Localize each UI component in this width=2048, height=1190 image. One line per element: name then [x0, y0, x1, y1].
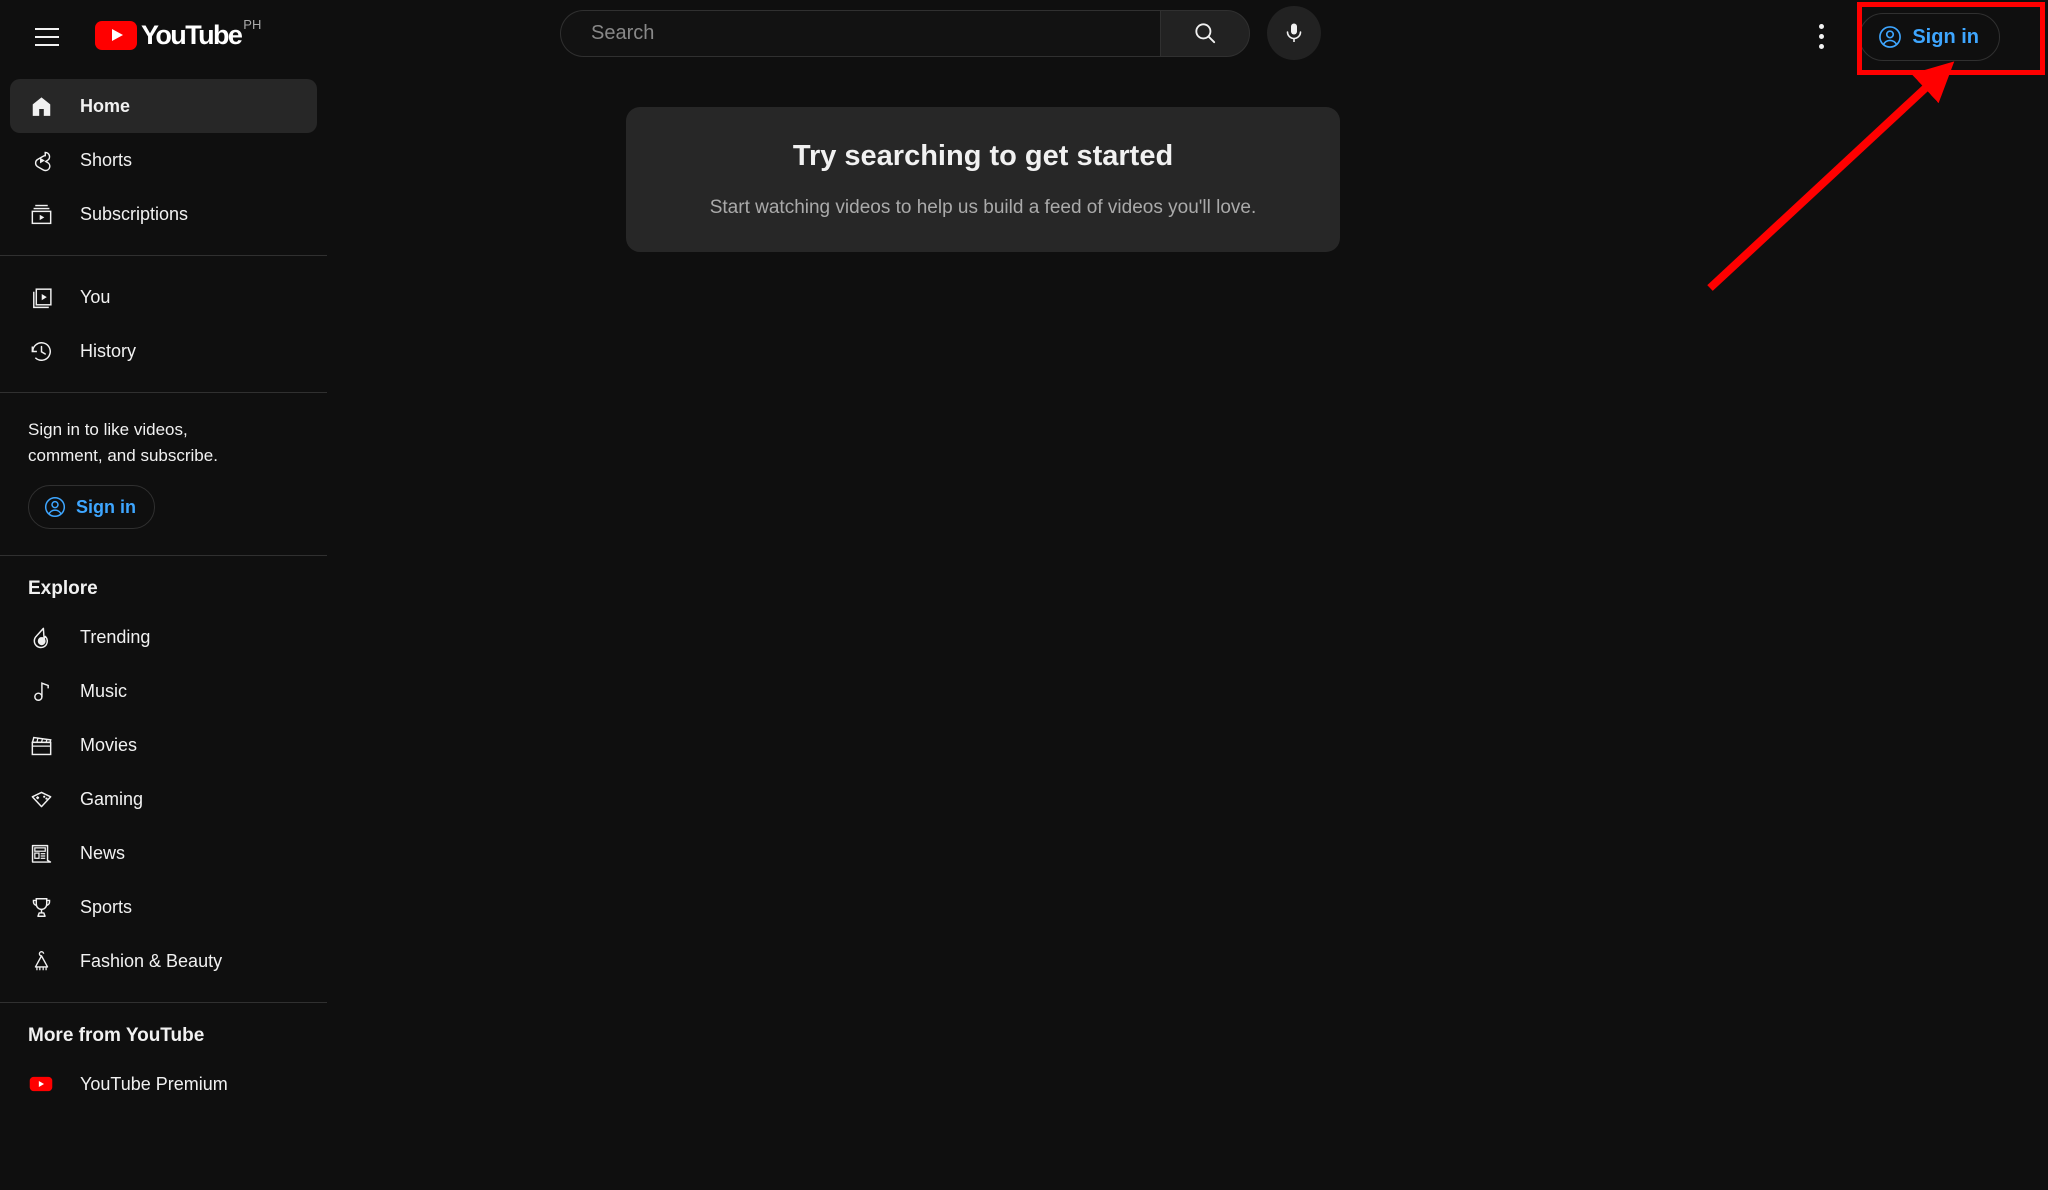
search-icon	[1195, 23, 1216, 44]
explore-section-title: Explore	[28, 578, 98, 599]
sidebar-item-news[interactable]: News	[10, 826, 317, 880]
header-right-group: Sign in	[1795, 0, 2048, 73]
sidebar-item-trending-label: Trending	[80, 626, 151, 647]
sidebar-divider-4	[0, 1002, 327, 1003]
sidebar-item-history[interactable]: History	[10, 324, 317, 378]
subscriptions-icon	[28, 201, 54, 227]
kebab-menu-icon[interactable]	[1795, 11, 1847, 63]
search-submit-button[interactable]	[1160, 9, 1250, 57]
you-library-icon	[28, 284, 54, 310]
sidebar-item-shorts[interactable]: Shorts	[10, 133, 317, 187]
sidebar-item-you-label: You	[80, 286, 111, 307]
sidebar-item-music[interactable]: Music	[10, 664, 317, 718]
sidebar-item-history-label: History	[80, 340, 137, 361]
sidebar-item-subscriptions-label: Subscriptions	[80, 203, 189, 224]
sidebar-item-youtube-premium[interactable]: YouTube Premium	[10, 1057, 317, 1111]
header-left-group: YouTube PH	[0, 0, 261, 73]
movies-clapperboard-icon	[28, 732, 54, 758]
main-content-area: Try searching to get started Start watch…	[327, 73, 2048, 1190]
trending-flame-icon	[28, 624, 54, 650]
empty-state-subtitle: Start watching videos to help us build a…	[709, 197, 1257, 218]
shorts-icon	[28, 147, 54, 173]
empty-state-title: Try searching to get started	[792, 140, 1174, 172]
sidebar-item-gaming[interactable]: Gaming	[10, 772, 317, 826]
search-box[interactable]	[560, 9, 1160, 57]
sidebar-item-sports[interactable]: Sports	[10, 880, 317, 934]
sidebar-item-movies-label: Movies	[80, 734, 138, 755]
sidebar-item-fashion-beauty-label: Fashion & Beauty	[80, 950, 223, 971]
youtube-logo-text: YouTube	[141, 19, 243, 50]
sidebar-item-youtube-premium-label: YouTube Premium	[80, 1073, 228, 1094]
gaming-controller-icon	[28, 786, 54, 812]
sidebar-item-subscriptions[interactable]: Subscriptions	[10, 187, 317, 241]
top-header-bar: YouTube PH Search Sign in	[0, 0, 2048, 73]
home-icon	[28, 93, 54, 119]
news-paper-icon	[28, 840, 54, 866]
sidebar-divider-2	[0, 392, 327, 393]
sign-in-button-label: Sign in	[1912, 25, 1979, 48]
youtube-play-badge-icon	[95, 20, 137, 50]
empty-state-card: Try searching to get started Start watch…	[626, 107, 1340, 252]
search-input[interactable]	[591, 21, 1160, 45]
music-note-icon	[28, 678, 54, 704]
sidebar-item-you[interactable]: You	[10, 270, 317, 324]
sidebar-sign-in-button[interactable]: Sign in	[28, 485, 155, 529]
sidebar-sign-in-block: Sign in to like videos, comment, and sub…	[0, 407, 327, 541]
youtube-logo[interactable]: YouTube PH	[95, 17, 261, 57]
sidebar-item-sports-label: Sports	[80, 896, 133, 917]
sign-in-button[interactable]: Sign in	[1859, 12, 2000, 61]
youtube-page: YouTube PH Search Sign in Home Shorts Su…	[0, 0, 2048, 1190]
voice-search-button[interactable]	[1267, 6, 1321, 60]
youtube-country-code: PH	[243, 16, 262, 32]
sidebar-item-home[interactable]: Home	[10, 79, 317, 133]
sidebar-item-movies[interactable]: Movies	[10, 718, 317, 772]
sidebar-item-fashion-beauty[interactable]: Fashion & Beauty	[10, 934, 317, 988]
more-from-youtube-title: More from YouTube	[28, 1025, 205, 1046]
sidebar-item-trending[interactable]: Trending	[10, 610, 317, 664]
sign-in-prompt-text: Sign in to like videos, comment, and sub…	[28, 420, 218, 465]
sidebar-divider-1	[0, 255, 327, 256]
sidebar-sign-in-label: Sign in	[76, 496, 136, 517]
left-sidebar[interactable]: Home Shorts Subscriptions You History Si…	[0, 73, 327, 1190]
youtube-premium-icon	[28, 1071, 54, 1097]
sidebar-item-shorts-label: Shorts	[80, 149, 133, 170]
hamburger-menu-icon[interactable]	[21, 11, 73, 63]
sidebar-item-news-label: News	[80, 842, 126, 863]
sidebar-item-music-label: Music	[80, 680, 128, 701]
account-circle-icon	[1879, 25, 1902, 48]
microphone-icon	[1286, 23, 1302, 42]
account-circle-icon	[44, 496, 66, 518]
sidebar-divider-3	[0, 555, 327, 556]
history-clock-icon	[28, 338, 54, 364]
search-area	[560, 6, 1321, 60]
sports-trophy-icon	[28, 894, 54, 920]
sidebar-item-home-label: Home	[80, 95, 131, 116]
fashion-hanger-icon	[28, 948, 54, 974]
sidebar-item-gaming-label: Gaming	[80, 788, 144, 809]
